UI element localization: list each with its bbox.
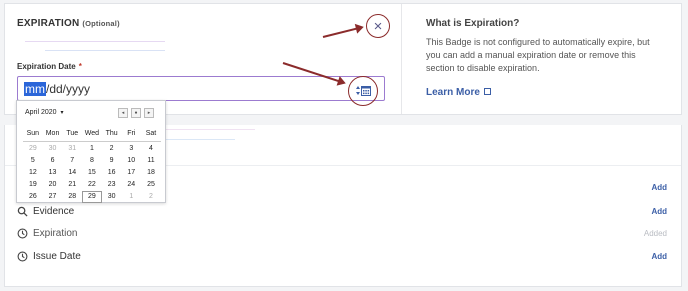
calendar-day[interactable]: 30 — [43, 144, 63, 154]
calendar-day[interactable]: 19 — [23, 180, 43, 190]
weekday-label: Sat — [145, 130, 157, 137]
calendar-day[interactable]: 17 — [121, 168, 141, 178]
calendar-day[interactable]: 3 — [121, 144, 141, 154]
dot-icon: ● — [134, 110, 138, 116]
section-title-text: EXPIRATION — [17, 18, 80, 29]
render-artifact — [45, 50, 165, 51]
calendar-day[interactable]: 21 — [62, 180, 82, 190]
calendar-day[interactable]: 10 — [121, 156, 141, 166]
section-row-label: Evidence — [33, 205, 75, 217]
calendar-day[interactable]: 16 — [102, 168, 122, 178]
date-input-rest[interactable]: /dd/yyyy — [46, 82, 90, 96]
section-row-label: Issue Date — [33, 250, 81, 262]
calendar-day[interactable]: 8 — [82, 156, 102, 166]
calendar-day[interactable]: 20 — [43, 180, 63, 190]
prev-month-button[interactable]: ◂ — [118, 108, 128, 118]
calendar-day[interactable]: 14 — [62, 168, 82, 178]
calendar-week: 5 6 7 8 9 10 11 — [23, 155, 161, 167]
clock-icon — [17, 251, 28, 261]
calendar-day[interactable]: 31 — [62, 144, 82, 154]
calendar-day[interactable]: 29 — [23, 144, 43, 154]
add-button[interactable]: Add — [651, 183, 667, 192]
learn-more-label: Learn More — [426, 87, 480, 98]
clock-icon — [17, 228, 28, 238]
required-mark: * — [78, 62, 82, 71]
section-row-label: Expiration — [33, 227, 78, 239]
calendar-day[interactable]: 30 — [102, 192, 122, 202]
section-row-expiration: Expiration Added — [17, 224, 677, 242]
annotation-arrow-close — [322, 26, 363, 38]
date-picker-popup: April 2020 ▾ ◂ ● ▸ Sun Mon Tue Wed Thu F… — [16, 100, 166, 203]
weekday-label: Fri — [127, 130, 136, 137]
section-title: EXPIRATION (Optional) — [17, 18, 120, 29]
expiration-date-label: Expiration Date * — [17, 62, 82, 71]
expiration-form-pane: EXPIRATION (Optional) × Expiration Date *… — [5, 4, 400, 114]
weekday-label: Mon — [45, 130, 60, 137]
calendar-day[interactable]: 27 — [43, 192, 63, 202]
calendar-grid: Sun Mon Tue Wed Thu Fri Sat 29 30 31 1 2… — [23, 128, 161, 203]
calendar-day[interactable]: 23 — [102, 180, 122, 190]
calendar-day[interactable]: 24 — [121, 180, 141, 190]
calendar-day[interactable]: 4 — [141, 144, 161, 154]
calendar-day[interactable]: 15 — [82, 168, 102, 178]
expiration-card: EXPIRATION (Optional) × Expiration Date *… — [4, 3, 682, 115]
expiration-date-input[interactable]: mm/dd/yyyy — [17, 76, 385, 101]
help-title: What is Expiration? — [426, 18, 520, 29]
add-issue-date-button[interactable]: Add — [651, 252, 667, 261]
remove-section-button[interactable]: × — [366, 14, 390, 38]
calendar-day[interactable]: 2 — [102, 144, 122, 154]
calendar-picker-button[interactable] — [348, 76, 378, 106]
calendar-day[interactable]: 25 — [141, 180, 161, 190]
calendar-icon — [356, 86, 371, 96]
divider — [23, 141, 161, 142]
date-input-month-segment[interactable]: mm — [24, 81, 46, 96]
caret-down-icon: ▾ — [60, 110, 64, 116]
external-link-icon — [483, 88, 491, 95]
calendar-week: 29 30 31 1 2 3 4 — [23, 143, 161, 155]
chevron-right-icon: ▸ — [147, 110, 151, 116]
calendar-day[interactable]: 11 — [141, 156, 161, 166]
weekday-label: Tue — [66, 130, 79, 137]
section-row-evidence: Evidence Add — [17, 202, 677, 220]
expiration-added-status: Added — [643, 228, 667, 238]
close-icon: × — [373, 17, 383, 35]
calendar-day[interactable]: 6 — [43, 156, 63, 166]
field-label-text: Expiration Date — [17, 62, 76, 71]
learn-more-link[interactable]: Learn More — [426, 87, 491, 98]
calendar-day[interactable]: 12 — [23, 168, 43, 178]
calendar-day[interactable]: 1 — [82, 144, 102, 154]
calendar-day[interactable]: 26 — [23, 192, 43, 202]
help-pane: What is Expiration? This Badge is not co… — [401, 4, 681, 114]
render-artifact — [25, 41, 165, 42]
calendar-day[interactable]: 28 — [62, 192, 82, 202]
next-month-button[interactable]: ▸ — [144, 108, 154, 118]
calendar-day[interactable]: 18 — [141, 168, 161, 178]
chevron-left-icon: ◂ — [121, 110, 125, 116]
calendar-day[interactable]: 9 — [102, 156, 122, 166]
calendar-day[interactable]: 5 — [23, 156, 43, 166]
month-select[interactable]: April 2020 ▾ — [25, 109, 64, 116]
calendar-week: 12 13 14 15 16 17 18 — [23, 167, 161, 179]
today-button[interactable]: ● — [131, 108, 141, 118]
calendar-day[interactable]: 22 — [82, 180, 102, 190]
weekday-label: Thu — [105, 130, 118, 137]
optional-tag: (Optional) — [82, 19, 120, 28]
calendar-day[interactable]: 7 — [62, 156, 82, 166]
month-label: April 2020 — [25, 109, 57, 116]
add-evidence-button[interactable]: Add — [651, 207, 667, 216]
weekday-label: Wed — [84, 130, 100, 137]
section-row-issue-date: Issue Date Add — [17, 247, 677, 265]
search-icon — [17, 206, 28, 217]
weekday-header: Sun Mon Tue Wed Thu Fri Sat — [23, 128, 161, 140]
calendar-week: 26 27 28 29 30 1 2 — [23, 191, 161, 203]
calendar-day[interactable]: 13 — [43, 168, 63, 178]
help-body: This Badge is not configured to automati… — [426, 37, 650, 73]
calendar-day-today[interactable]: 29 — [82, 191, 102, 203]
calendar-day[interactable]: 1 — [121, 192, 141, 202]
weekday-label: Sun — [26, 130, 40, 137]
calendar-day[interactable]: 2 — [141, 192, 161, 202]
calendar-week: 19 20 21 22 23 24 25 — [23, 179, 161, 191]
